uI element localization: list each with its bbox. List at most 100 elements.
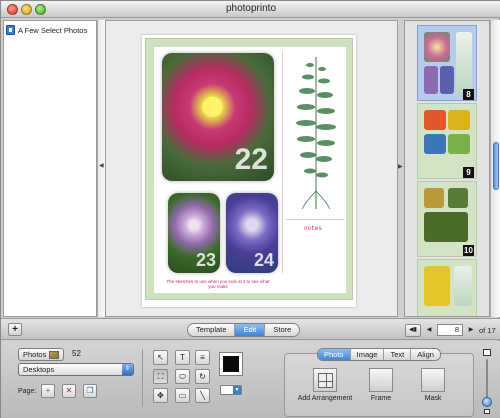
botanical-sketch-image[interactable] <box>288 51 344 211</box>
fill-color-well[interactable] <box>219 352 243 376</box>
photo-slot-2[interactable]: 23 <box>168 193 220 273</box>
duplicate-page-icon[interactable]: ❐ <box>83 384 97 398</box>
tab-photo[interactable]: Photo <box>318 349 351 360</box>
page-canvas[interactable]: 22 notes 23 24 The sketches to use when … <box>105 20 398 317</box>
caption-text-box[interactable]: The sketches to use when you look at it … <box>164 279 272 289</box>
photo-album-icon <box>6 25 15 35</box>
tab-align[interactable]: Align <box>411 349 440 360</box>
thumb-photo <box>424 266 450 306</box>
window-title: photoprinto <box>225 3 277 14</box>
thumb-photo <box>448 134 470 154</box>
page-thumbnail[interactable]: 10 <box>417 181 477 257</box>
delete-page-icon[interactable]: ✕ <box>62 384 76 398</box>
collapse-right-arrow-icon[interactable]: ▶ <box>398 163 403 170</box>
ellipse-tool-icon[interactable]: ⬭ <box>175 369 190 384</box>
thumb-photo <box>424 188 444 208</box>
zoom-slider[interactable] <box>481 349 493 415</box>
mask-button[interactable]: Mask <box>403 368 463 402</box>
page-number-field[interactable]: 8 <box>437 324 463 336</box>
zoom-knob[interactable] <box>482 397 492 407</box>
thumb-photo <box>448 110 470 130</box>
move-tool-icon[interactable]: ✥ <box>153 388 168 403</box>
photo-number: 24 <box>253 250 274 270</box>
page-count-label: of 17 <box>479 325 496 335</box>
sidebar-item-label: A Few Select Photos <box>18 25 88 35</box>
collapse-left-arrow-icon[interactable]: ◀ <box>99 162 104 169</box>
text-frame-icon[interactable]: T <box>175 350 190 365</box>
photo-number: 23 <box>195 250 216 270</box>
photos-button-label: Photos <box>23 349 47 359</box>
arrangement-swatch <box>313 368 337 392</box>
thumbnails-scrollbar[interactable] <box>490 20 500 317</box>
stroke-width-dropdown[interactable]: ▼ <box>220 385 242 395</box>
thumb-sketch <box>456 32 472 94</box>
page-thumbnail[interactable] <box>417 259 477 316</box>
thumb-photo <box>424 32 450 62</box>
thumb-photo <box>424 134 446 154</box>
page-border-frame: 22 notes 23 24 The sketches to use when … <box>145 38 353 300</box>
zoom-out-icon <box>484 409 490 414</box>
frame-label: Frame <box>370 395 392 402</box>
frame-button[interactable]: Frame <box>351 368 411 402</box>
photo-number: 22 <box>234 143 268 176</box>
add-button[interactable]: + <box>8 323 22 336</box>
page-sheet: 22 notes 23 24 The sketches to use when … <box>142 35 356 307</box>
title-bar[interactable]: photoprinto <box>1 1 500 18</box>
edit-panel: Photos 52 Desktops ⇕ Page: + ✕ ❐ ↖ ⛶ ✥ T… <box>1 341 500 418</box>
photo-thumbnail-icon <box>49 350 60 359</box>
page-thumbnails-panel: 8 9 10 <box>404 20 490 317</box>
thumb-photo <box>424 212 468 242</box>
mask-label: Mask <box>424 395 442 402</box>
page-number-badge: 10 <box>463 245 474 256</box>
page-number-badge: 8 <box>463 89 474 100</box>
tab-text[interactable]: Text <box>384 349 412 360</box>
chevron-updown-icon: ⇕ <box>122 364 133 375</box>
page-thumbnail[interactable]: 9 <box>417 103 477 179</box>
sidebar-item-album[interactable]: A Few Select Photos <box>6 24 96 36</box>
toggle-thumbnails-icon[interactable]: ◀▮ <box>405 323 421 337</box>
arrow-pointer-icon[interactable]: ↖ <box>153 350 168 365</box>
next-page-icon[interactable]: ▶ <box>466 324 476 336</box>
tab-image[interactable]: Image <box>350 349 385 360</box>
page-layout: 22 notes 23 24 The sketches to use when … <box>154 47 346 293</box>
photo-slot-main[interactable]: 22 <box>162 53 274 181</box>
inspector-panel: Photo Image Text Align Add Arrangement F… <box>284 348 474 417</box>
divider <box>142 349 143 407</box>
add-page-icon[interactable]: + <box>41 384 55 398</box>
photo-slot-3[interactable]: 24 <box>226 193 278 273</box>
page-number-badge: 9 <box>463 167 474 178</box>
add-arrangement-button[interactable]: Add Arrangement <box>295 368 355 402</box>
chevron-down-icon: ▼ <box>233 386 241 394</box>
previous-page-icon[interactable]: ◀ <box>424 324 434 336</box>
line-tool-icon[interactable]: ╲ <box>195 388 210 403</box>
rotate-tool-icon[interactable]: ↻ <box>195 369 210 384</box>
tab-store[interactable]: Store <box>265 324 300 336</box>
rectangle-tool-icon[interactable]: ▭ <box>175 388 190 403</box>
photo-count: 52 <box>72 349 81 358</box>
grid-icon <box>318 373 333 388</box>
thumb-photo <box>424 110 446 130</box>
tab-template[interactable]: Template <box>188 324 236 336</box>
photos-button[interactable]: Photos <box>18 348 65 361</box>
thumb-photo <box>448 188 468 208</box>
mask-swatch <box>421 368 445 392</box>
zoom-in-icon <box>483 349 491 356</box>
sidebar-splitter[interactable]: ◀ <box>97 20 105 317</box>
thumb-photo <box>424 66 438 94</box>
crop-select-icon[interactable]: ⛶ <box>153 369 168 384</box>
inspector-tabs: Photo Image Text Align <box>317 348 441 361</box>
source-select-value: Desktops <box>23 365 55 374</box>
tab-edit[interactable]: Edit <box>235 324 266 336</box>
text-block-icon[interactable]: ≡ <box>195 350 210 365</box>
page-thumbnail[interactable]: 8 <box>417 25 477 101</box>
mode-segmented-control: Template Edit Store <box>187 323 301 337</box>
thumb-photo <box>440 66 454 94</box>
source-select[interactable]: Desktops ⇕ <box>18 363 134 376</box>
mode-toolbar: + Template Edit Store ◀▮ ◀ 8 ▶ of 17 <box>1 318 500 340</box>
scrollbar-thumb[interactable] <box>493 142 499 190</box>
thumb-sketch <box>454 266 472 306</box>
page-tools-label: Page: <box>18 388 37 395</box>
frame-swatch <box>369 368 393 392</box>
page-navigator: ◀▮ ◀ 8 ▶ of 17 <box>405 323 496 337</box>
notes-text-box[interactable]: notes <box>304 225 322 232</box>
